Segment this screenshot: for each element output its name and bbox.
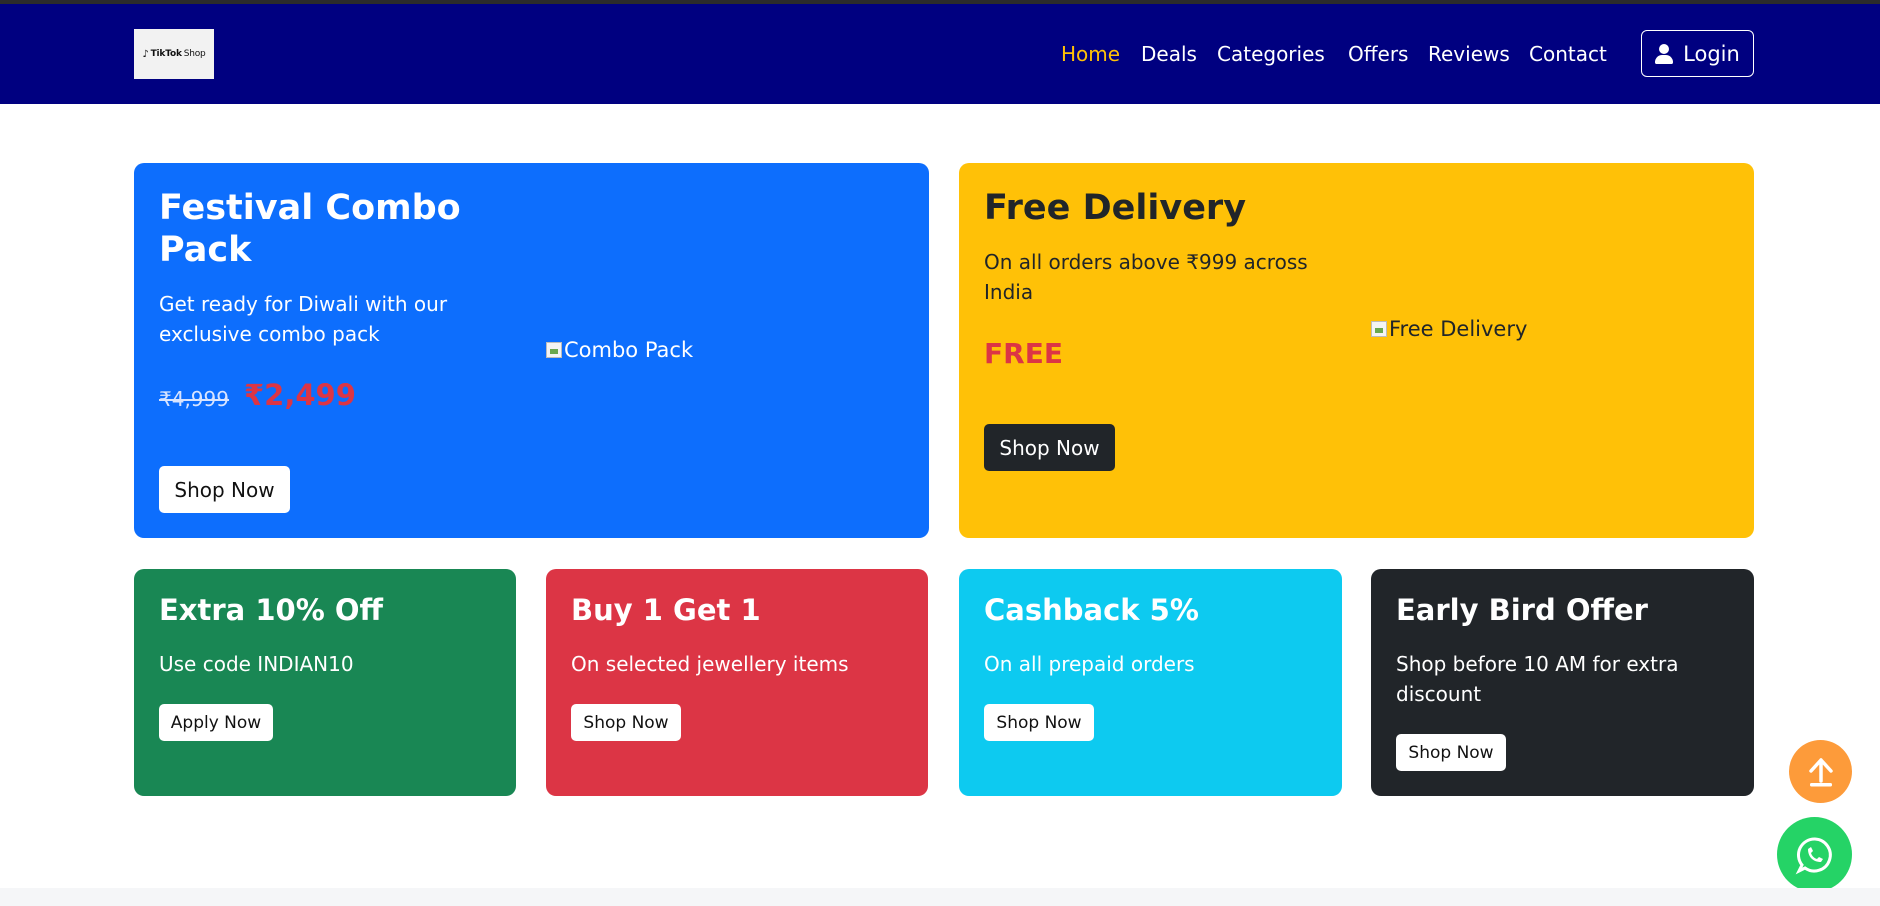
- promo-card-combo: Festival Combo Pack Get ready for Diwali…: [134, 163, 929, 538]
- whatsapp-icon: [1795, 836, 1832, 874]
- free-tag: FREE: [984, 337, 1063, 370]
- offer-subtitle: On selected jewellery items: [571, 652, 849, 676]
- offer-subtitle: Use code INDIAN10: [159, 652, 354, 676]
- navbar: ♪ TikTok Shop Home Deals Categories Offe…: [0, 4, 1880, 104]
- nav-item-categories[interactable]: Categories: [1217, 42, 1325, 66]
- nav-item-home[interactable]: Home: [1061, 42, 1120, 66]
- cashback-shop-now-button[interactable]: Shop Now: [984, 704, 1094, 741]
- offer-title: Extra 10% Off: [159, 593, 383, 627]
- offer-subtitle: On all prepaid orders: [984, 652, 1195, 676]
- free-delivery-image: Free Delivery: [1371, 317, 1527, 341]
- login-button[interactable]: Login: [1641, 30, 1754, 77]
- scroll-to-top-button[interactable]: [1789, 740, 1852, 803]
- apply-now-button[interactable]: Apply Now: [159, 704, 273, 741]
- offer-subtitle: Shop before 10 AM for extra discount: [1396, 652, 1679, 706]
- promo-delivery-subtitle: On all orders above ₹999 across India: [984, 250, 1308, 304]
- delivery-image-alt: Free Delivery: [1389, 317, 1528, 341]
- promo-combo-title: Festival Combo Pack: [159, 188, 461, 270]
- brand-logo[interactable]: ♪ TikTok Shop: [134, 29, 214, 79]
- user-icon: [1655, 43, 1674, 64]
- early-bird-shop-now-button[interactable]: Shop Now: [1396, 734, 1506, 771]
- footer-edge: [0, 888, 1880, 906]
- combo-shop-now-button[interactable]: Shop Now: [159, 466, 290, 513]
- bogo-shop-now-button[interactable]: Shop Now: [571, 704, 681, 741]
- offer-card-bogo: Buy 1 Get 1 On selected jewellery items …: [546, 569, 928, 796]
- offer-card-cashback: Cashback 5% On all prepaid orders Shop N…: [959, 569, 1342, 796]
- delivery-shop-now-button[interactable]: Shop Now: [984, 424, 1115, 471]
- logo-text-tiktok: TikTok: [150, 49, 182, 59]
- promo-combo-subtitle: Get ready for Diwali with our exclusive …: [159, 292, 448, 346]
- offer-title: Cashback 5%: [984, 593, 1199, 627]
- offer-card-extra-off: Extra 10% Off Use code INDIAN10 Apply No…: [134, 569, 516, 796]
- broken-image-icon: [546, 342, 562, 358]
- offer-title: Buy 1 Get 1: [571, 593, 761, 627]
- offer-card-early-bird: Early Bird Offer Shop before 10 AM for e…: [1371, 569, 1754, 796]
- new-price: ₹2,499: [244, 378, 356, 412]
- combo-image-alt: Combo Pack: [564, 338, 694, 362]
- tiktok-note-icon: ♪: [142, 48, 149, 60]
- combo-pack-image: Combo Pack: [546, 338, 693, 362]
- offer-title: Early Bird Offer: [1396, 593, 1648, 627]
- promo-delivery-title: Free Delivery: [984, 188, 1247, 228]
- arrow-up-icon: [1808, 757, 1833, 786]
- login-label: Login: [1683, 41, 1740, 66]
- logo-text-shop: Shop: [183, 49, 206, 59]
- nav-item-deals[interactable]: Deals: [1141, 42, 1197, 66]
- nav-item-offers[interactable]: Offers: [1348, 42, 1408, 66]
- old-price: ₹4,999: [159, 387, 229, 411]
- nav-item-contact[interactable]: Contact: [1529, 42, 1607, 66]
- nav-item-reviews[interactable]: Reviews: [1428, 42, 1510, 66]
- broken-image-icon: [1371, 321, 1387, 337]
- whatsapp-button[interactable]: [1777, 817, 1852, 892]
- promo-card-delivery: Free Delivery On all orders above ₹999 a…: [959, 163, 1754, 538]
